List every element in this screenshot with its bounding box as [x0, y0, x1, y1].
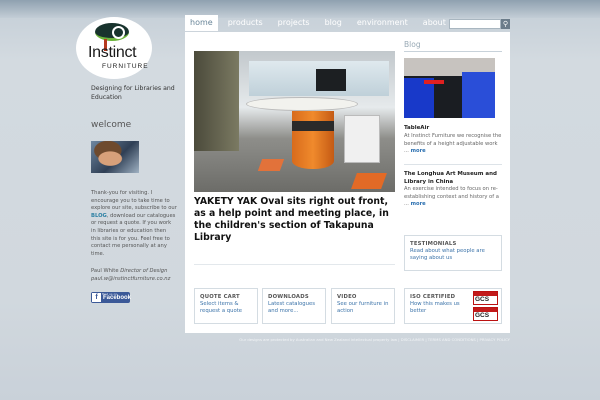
facebook-icon: f	[92, 293, 101, 302]
downloads-title: DOWNLOADS	[268, 294, 309, 300]
brand-sub: FURNITURE	[102, 63, 149, 70]
video-box[interactable]: VIDEO See our furniture in action	[331, 288, 395, 324]
iso-badge-icon: GCS	[473, 291, 498, 305]
divider	[404, 51, 502, 52]
welcome-heading: welcome	[91, 120, 132, 130]
testimonials-box[interactable]: TESTIMONIALS Read about what people are …	[404, 235, 502, 271]
hero-cabinet	[344, 115, 380, 163]
hero-image[interactable]	[194, 51, 395, 192]
hero-screen	[316, 69, 346, 91]
tagline: Designing for Libraries and Education	[91, 85, 175, 101]
image-shape	[462, 72, 495, 118]
signoff-name: Paul White	[91, 268, 119, 274]
signoff-role: Director of Design	[120, 268, 168, 274]
iso-box[interactable]: ISO CERTIFIED How this makes us better G…	[404, 288, 502, 324]
divider	[404, 164, 502, 165]
blog-post-title[interactable]: TableAir	[404, 124, 502, 132]
divider	[194, 264, 395, 265]
intro-blog-link[interactable]: BLOG	[91, 213, 107, 219]
blog-more-link[interactable]: more	[411, 148, 426, 154]
footer-text: Our designs are protected by Australian …	[239, 337, 510, 342]
signoff: Paul White Director of Design paul.w@ins…	[91, 268, 181, 283]
hero-pillar	[292, 111, 334, 169]
director-photo	[91, 141, 139, 173]
iso-badge-icon: GCS	[473, 307, 498, 321]
intro-text-part1: Thank-you for visiting. I encourage you …	[91, 190, 177, 212]
search-icon[interactable]: ⚲	[501, 19, 510, 29]
quote-cart-box[interactable]: QUOTE CART Select items & request a quot…	[194, 288, 258, 324]
testimonials-text[interactable]: Read about what people are saying about …	[410, 248, 490, 262]
blog-post-excerpt: At Instinct Furniture we recognise the b…	[404, 133, 502, 156]
nav-environment[interactable]: environment	[352, 15, 413, 31]
intro-text-part2: , download our catalogues or request a q…	[91, 212, 176, 257]
downloads-box[interactable]: DOWNLOADS Latest catalogues and more...	[262, 288, 326, 324]
facebook-button[interactable]: f Find us on Facebook	[91, 292, 132, 303]
blog-more-link[interactable]: more	[411, 201, 426, 207]
logo-mark-icon	[95, 23, 129, 41]
iso-badge-label: GCS	[475, 312, 490, 319]
hero-floor-tile	[351, 173, 387, 189]
hero-floor-tile	[257, 159, 285, 171]
nav-about[interactable]: about	[418, 15, 451, 31]
nav-blog[interactable]: blog	[320, 15, 347, 31]
iso-badge-label: GCS	[475, 296, 490, 303]
signoff-email[interactable]: paul.w@instinctfurniture.co.nz	[91, 276, 170, 282]
nav-products[interactable]: products	[223, 15, 268, 31]
testimonials-title: TESTIMONIALS	[410, 241, 457, 247]
facebook-label: Facebook	[103, 295, 132, 301]
hero-desk	[246, 97, 358, 111]
iso-title: ISO CERTIFIED	[410, 294, 456, 300]
hero-pillar-band	[292, 121, 334, 131]
hero-caption: YAKETY YAK Oval sits right out front, as…	[194, 196, 389, 243]
image-shape	[404, 78, 434, 118]
brand-name: Instinct	[88, 44, 137, 61]
nav-home[interactable]: home	[185, 15, 218, 31]
blog-post-excerpt: An exercise intended to focus on re-esta…	[404, 186, 502, 209]
blog-post-title[interactable]: The Longhua Art Museum and Library in Ch…	[404, 170, 502, 186]
video-title: VIDEO	[337, 294, 357, 300]
quote-cart-title: QUOTE CART	[200, 294, 240, 300]
blog-heading[interactable]: Blog	[404, 40, 421, 49]
iso-text[interactable]: How this makes us better	[410, 301, 466, 315]
nav-projects[interactable]: projects	[273, 15, 315, 31]
intro-text: Thank-you for visiting. I encourage you …	[91, 190, 177, 258]
video-text[interactable]: See our furniture in action	[337, 301, 393, 315]
downloads-text[interactable]: Latest catalogues and more...	[268, 301, 324, 315]
quote-cart-text[interactable]: Select items & request a quote	[200, 301, 256, 315]
blog-post-image[interactable]	[404, 58, 495, 118]
hero-shelf	[194, 51, 239, 151]
search-input[interactable]	[449, 19, 501, 29]
image-shape	[424, 80, 444, 84]
